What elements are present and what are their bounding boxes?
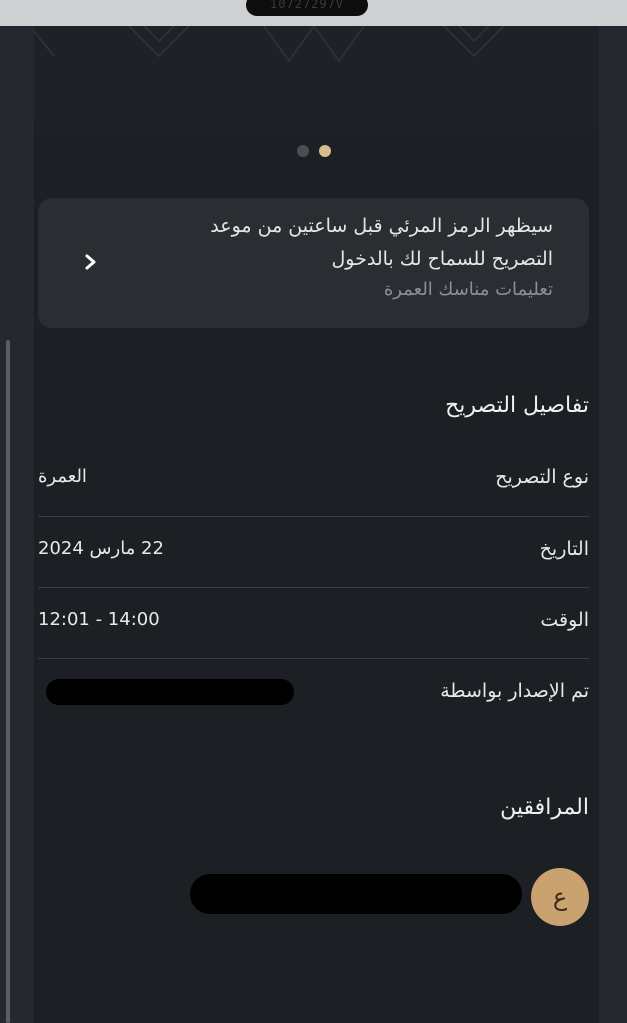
pager-dot-active[interactable]: [318, 145, 331, 157]
detail-row-date: التاريخ 22 مارس 2024: [38, 538, 589, 608]
chevron-right-icon[interactable]: [80, 250, 102, 274]
permit-screen: 10727297V سيظهر الرمز المرئي قبل ساعتين …: [0, 0, 627, 1023]
detail-row-time: الوقت 12:01 - 14:00: [38, 609, 589, 679]
right-frame: [599, 26, 627, 1023]
entry-notice-card[interactable]: سيظهر الرمز المرئي قبل ساعتين من موعد ال…: [38, 198, 589, 328]
detail-label: الوقت: [540, 609, 589, 631]
companions-title: المرافقين: [500, 795, 589, 820]
detail-label: نوع التصريح: [495, 466, 589, 488]
redacted-issuer: [46, 679, 294, 705]
carousel-pager[interactable]: [0, 145, 627, 157]
scrollbar[interactable]: [6, 340, 10, 1023]
detail-row-permit-type: نوع التصريح العمرة: [38, 466, 589, 536]
divider: [38, 587, 589, 588]
divider: [38, 516, 589, 517]
permit-details-title: تفاصيل التصريح: [445, 393, 589, 418]
card-pattern: [34, 26, 505, 63]
umrah-instructions-link[interactable]: تعليمات مناسك العمرة: [113, 276, 553, 304]
detail-value: 12:01 - 14:00: [38, 609, 160, 630]
divider: [38, 658, 589, 659]
redacted-companion-name: [190, 874, 522, 914]
notice-line-2: التصريح للسماح لك بالدخول: [331, 248, 553, 270]
notice-text: سيظهر الرمز المرئي قبل ساعتين من موعد ال…: [113, 210, 553, 304]
companion-avatar[interactable]: ع: [531, 868, 589, 926]
detail-value: 22 مارس 2024: [38, 538, 164, 559]
status-bar: 10727297V: [0, 0, 627, 26]
pager-dot[interactable]: [296, 145, 309, 157]
avatar-initial: ع: [552, 883, 568, 911]
detail-label: التاريخ: [539, 538, 589, 560]
detail-value: العمرة: [38, 466, 87, 487]
detail-label: تم الإصدار بواسطة: [440, 680, 589, 702]
notice-line-1: سيظهر الرمز المرئي قبل ساعتين من موعد: [210, 215, 553, 237]
permit-card[interactable]: [34, 26, 599, 136]
status-bar-text: 10727297V: [269, 0, 345, 11]
dynamic-island: 10727297V: [246, 0, 368, 16]
